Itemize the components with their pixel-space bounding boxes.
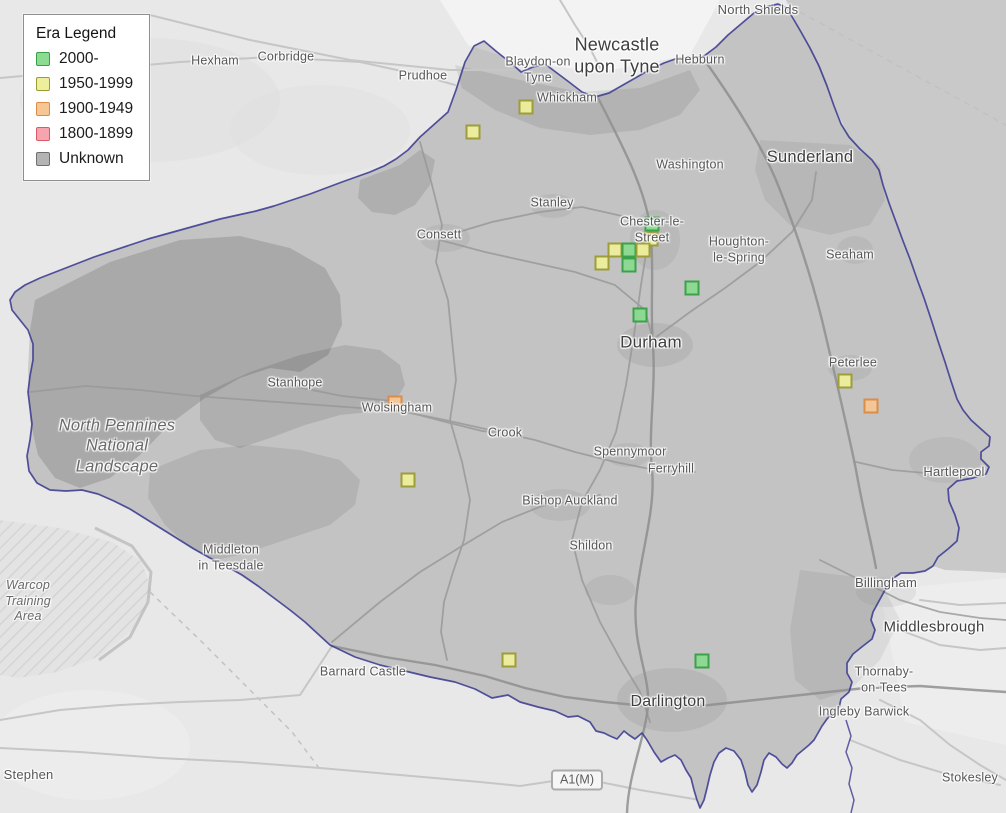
era-marker[interactable] [465,124,481,140]
legend-item: 1950-1999 [36,75,133,93]
era-marker[interactable] [644,216,660,232]
legend-item-label: 1950-1999 [59,75,134,92]
map-canvas[interactable]: Newcastle upon Tyne Sunderland Durham Darlin… [0,0,1006,813]
legend-item-label: Unknown [59,150,124,167]
legend-item-label: 2000- [59,50,99,67]
era-marker[interactable] [621,242,637,258]
era-marker[interactable] [594,255,610,271]
era-marker[interactable] [518,99,534,115]
era-marker[interactable] [621,257,637,273]
legend-swatch [36,152,50,166]
markers-layer [0,0,1006,813]
legend-item-label: 1800-1899 [59,125,134,142]
era-marker[interactable] [635,242,651,258]
legend-item-label: 1900-1949 [59,100,134,117]
legend-swatch [36,127,50,141]
road-shield: A1(M) [550,769,604,791]
era-marker[interactable] [501,652,517,668]
era-marker[interactable] [837,373,853,389]
era-marker[interactable] [632,307,648,323]
era-marker[interactable] [684,280,700,296]
legend-item: Unknown [36,150,133,168]
era-marker[interactable] [400,472,416,488]
era-marker[interactable] [607,242,623,258]
era-marker[interactable] [387,395,403,411]
road-shield-label: A1(M) [559,772,595,787]
legend-items: 2000- 1950-1999 1900-1949 1800-1899 Unknown [36,50,133,168]
legend-swatch [36,77,50,91]
era-legend: Era Legend 2000- 1950-1999 1900-1949 1800-1… [23,14,151,181]
legend-title: Era Legend [36,25,117,42]
legend-swatch [36,102,50,116]
era-marker[interactable] [694,653,710,669]
legend-item: 1900-1949 [36,100,133,118]
era-marker[interactable] [863,398,879,414]
legend-swatch [36,52,50,66]
legend-item: 1800-1899 [36,125,133,143]
legend-item: 2000- [36,50,133,68]
